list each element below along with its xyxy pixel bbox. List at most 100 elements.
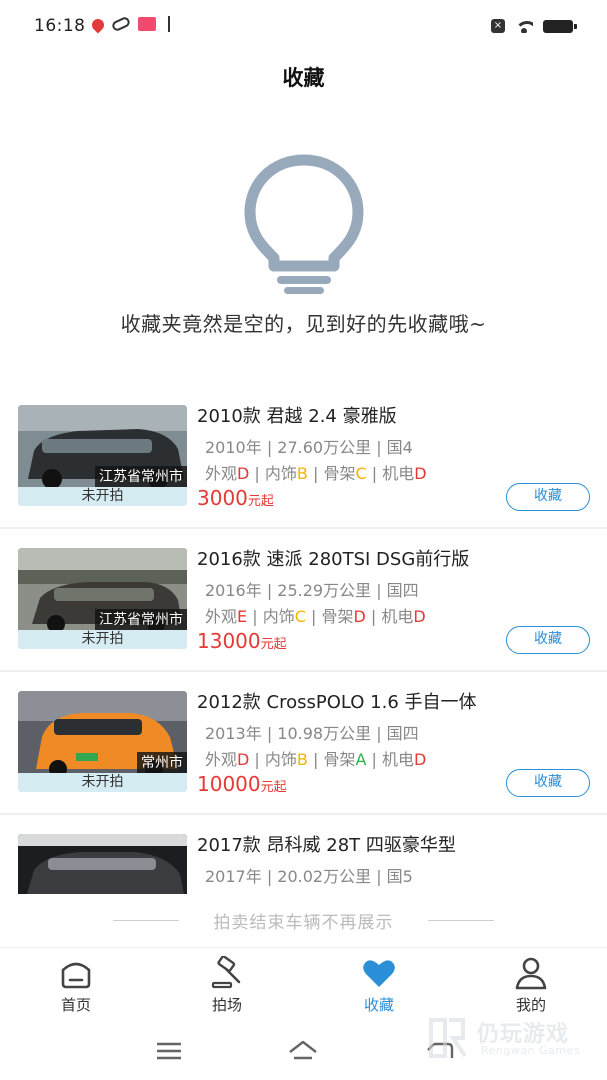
car-year: 2010年 — [205, 438, 262, 457]
grade-value: D — [415, 893, 427, 894]
car-year: 2017年 — [205, 867, 262, 886]
car-emission: 国四 — [386, 581, 419, 600]
watermark-logo-icon — [429, 1018, 467, 1058]
tab-label: 首页 — [60, 996, 91, 1014]
grade-value: C — [355, 464, 367, 483]
car-price: 10000元起 — [197, 772, 287, 796]
car-year: 2013年 — [205, 724, 262, 743]
price-unit: 元起 — [260, 780, 287, 795]
tab-auction[interactable]: 拍场 — [177, 956, 277, 1020]
grade-value: A — [355, 750, 367, 769]
favorite-button[interactable]: 收藏 — [506, 626, 590, 654]
status-bar: 16:18 × — [0, 0, 607, 52]
car-title[interactable]: 2017款 昂科威 28T 四驱豪华型 — [197, 831, 456, 857]
lightbulb-icon — [244, 154, 364, 294]
car-grades: 外观D | 内饰B | 骨架A | 机电D — [205, 750, 427, 769]
grade-label: 机电 — [381, 607, 414, 626]
grade-label: 外观 — [205, 750, 238, 769]
tab-label: 拍场 — [211, 996, 242, 1014]
grade-value: D — [355, 893, 367, 894]
status-time: 16:18 — [34, 16, 86, 36]
heart-icon — [363, 960, 395, 987]
grade-label: 外观 — [205, 464, 238, 483]
empty-favorites-message: 收藏夹竟然是空的，见到好的先收藏哦~ — [120, 312, 487, 336]
watermark-subtext: Rengwan Games — [481, 1044, 581, 1057]
grade-label: 内饰 — [262, 607, 295, 626]
car-mileage: 20.02万公里 — [277, 867, 372, 886]
grade-label: 内饰 — [264, 750, 297, 769]
grade-value: D — [413, 607, 426, 626]
tab-label: 我的 — [515, 996, 546, 1014]
price-unit: 元起 — [260, 637, 287, 652]
car-meta: 2010年 | 27.60万公里 | 国4 — [205, 438, 413, 457]
grade-label: 骨架 — [323, 750, 356, 769]
location-label: 江苏省常州市 — [95, 609, 187, 631]
car-mileage: 10.98万公里 — [277, 724, 372, 743]
car-emission: 国5 — [386, 867, 413, 886]
app-notification-icon — [138, 17, 156, 31]
grade-value: B — [297, 893, 308, 894]
grade-value: E — [237, 607, 248, 626]
car-meta: 2016年 | 25.29万公里 | 国四 — [205, 581, 419, 600]
grade-value: D — [414, 464, 427, 483]
sim-off-icon: × — [491, 19, 505, 33]
car-list-item[interactable]: 江苏省常州市 未开拍 2016款 速派 280TSI DSG前行版 2016年 … — [0, 529, 607, 672]
car-price: 3000元起 — [197, 486, 274, 510]
grade-label: 机电 — [382, 750, 415, 769]
car-title[interactable]: 2012款 CrossPOLO 1.6 手自一体 — [197, 688, 477, 714]
car-meta: 2017年 | 20.02万公里 | 国5 — [205, 867, 413, 886]
grade-label: 内饰 — [265, 893, 297, 894]
grade-value: B — [296, 750, 308, 769]
grade-label: 内饰 — [264, 464, 297, 483]
car-grades: 外观D | 内饰B | 骨架C | 机电D — [205, 464, 427, 483]
grade-value: D — [414, 750, 427, 769]
user-icon — [515, 957, 547, 990]
car-thumbnail[interactable]: 江苏省常州市 未开拍 — [18, 405, 187, 506]
grade-label: 骨架 — [323, 464, 356, 483]
auction-end-notice: 拍卖结束车辆不再展示 — [0, 896, 607, 946]
car-thumbnail[interactable] — [18, 834, 187, 894]
system-status-icons: × — [491, 19, 577, 33]
favorites-list[interactable]: 江苏省常州市 未开拍 2010款 君越 2.4 豪雅版 2010年 | 27.6… — [0, 386, 607, 894]
car-price: 13000元起 — [197, 629, 287, 653]
grade-label: 机电 — [383, 893, 415, 894]
watermark: 仍玩游戏 Rengwan Games — [425, 1014, 585, 1064]
wifi-icon — [515, 19, 533, 33]
car-mileage: 25.29万公里 — [277, 581, 372, 600]
home-icon — [61, 962, 91, 989]
auction-status: 未开拍 — [18, 773, 187, 792]
grade-label: 机电 — [382, 464, 415, 483]
car-list-item[interactable]: 江苏省常州市 未开拍 2010款 君越 2.4 豪雅版 2010年 | 27.6… — [0, 386, 607, 529]
notification-icons — [89, 15, 178, 34]
favorite-button[interactable]: 收藏 — [506, 483, 590, 511]
price-value: 10000 — [197, 772, 261, 796]
car-list-item[interactable]: 常州市 未开拍 2012款 CrossPOLO 1.6 手自一体 2013年 |… — [0, 672, 607, 815]
auction-status: 未开拍 — [18, 630, 187, 649]
tab-profile[interactable]: 我的 — [481, 956, 581, 1020]
favorite-button[interactable]: 收藏 — [506, 769, 590, 797]
grade-value: D — [353, 607, 366, 626]
price-value: 3000 — [197, 486, 248, 510]
home-nav-icon[interactable] — [288, 1038, 318, 1064]
car-mileage: 27.60万公里 — [277, 438, 372, 457]
auction-end-text: 拍卖结束车辆不再展示 — [213, 913, 394, 933]
page-title: 收藏 — [282, 66, 325, 90]
menu-icon[interactable] — [154, 1038, 184, 1064]
price-unit: 元起 — [247, 494, 274, 509]
car-thumbnail[interactable]: 常州市 未开拍 — [18, 691, 187, 792]
car-year: 2016年 — [205, 581, 262, 600]
grade-value: C — [294, 607, 306, 626]
car-grades: 外观E | 内饰C | 骨架D | 机电D — [205, 607, 426, 626]
tab-favorites[interactable]: 收藏 — [329, 956, 429, 1020]
gavel-icon — [211, 956, 241, 989]
car-title[interactable]: 2010款 君越 2.4 豪雅版 — [197, 402, 397, 428]
car-thumbnail[interactable]: 江苏省常州市 未开拍 — [18, 548, 187, 649]
grade-label: 外观 — [205, 893, 237, 894]
tab-home[interactable]: 首页 — [26, 956, 126, 1020]
car-title[interactable]: 2016款 速派 280TSI DSG前行版 — [197, 545, 469, 571]
location-label: 江苏省常州市 — [95, 466, 187, 488]
auction-status: 未开拍 — [18, 487, 187, 506]
car-photo — [18, 834, 187, 894]
tab-label: 收藏 — [363, 996, 394, 1014]
car-list-item[interactable]: 2017款 昂科威 28T 四驱豪华型 2017年 | 20.02万公里 | 国… — [0, 815, 607, 894]
